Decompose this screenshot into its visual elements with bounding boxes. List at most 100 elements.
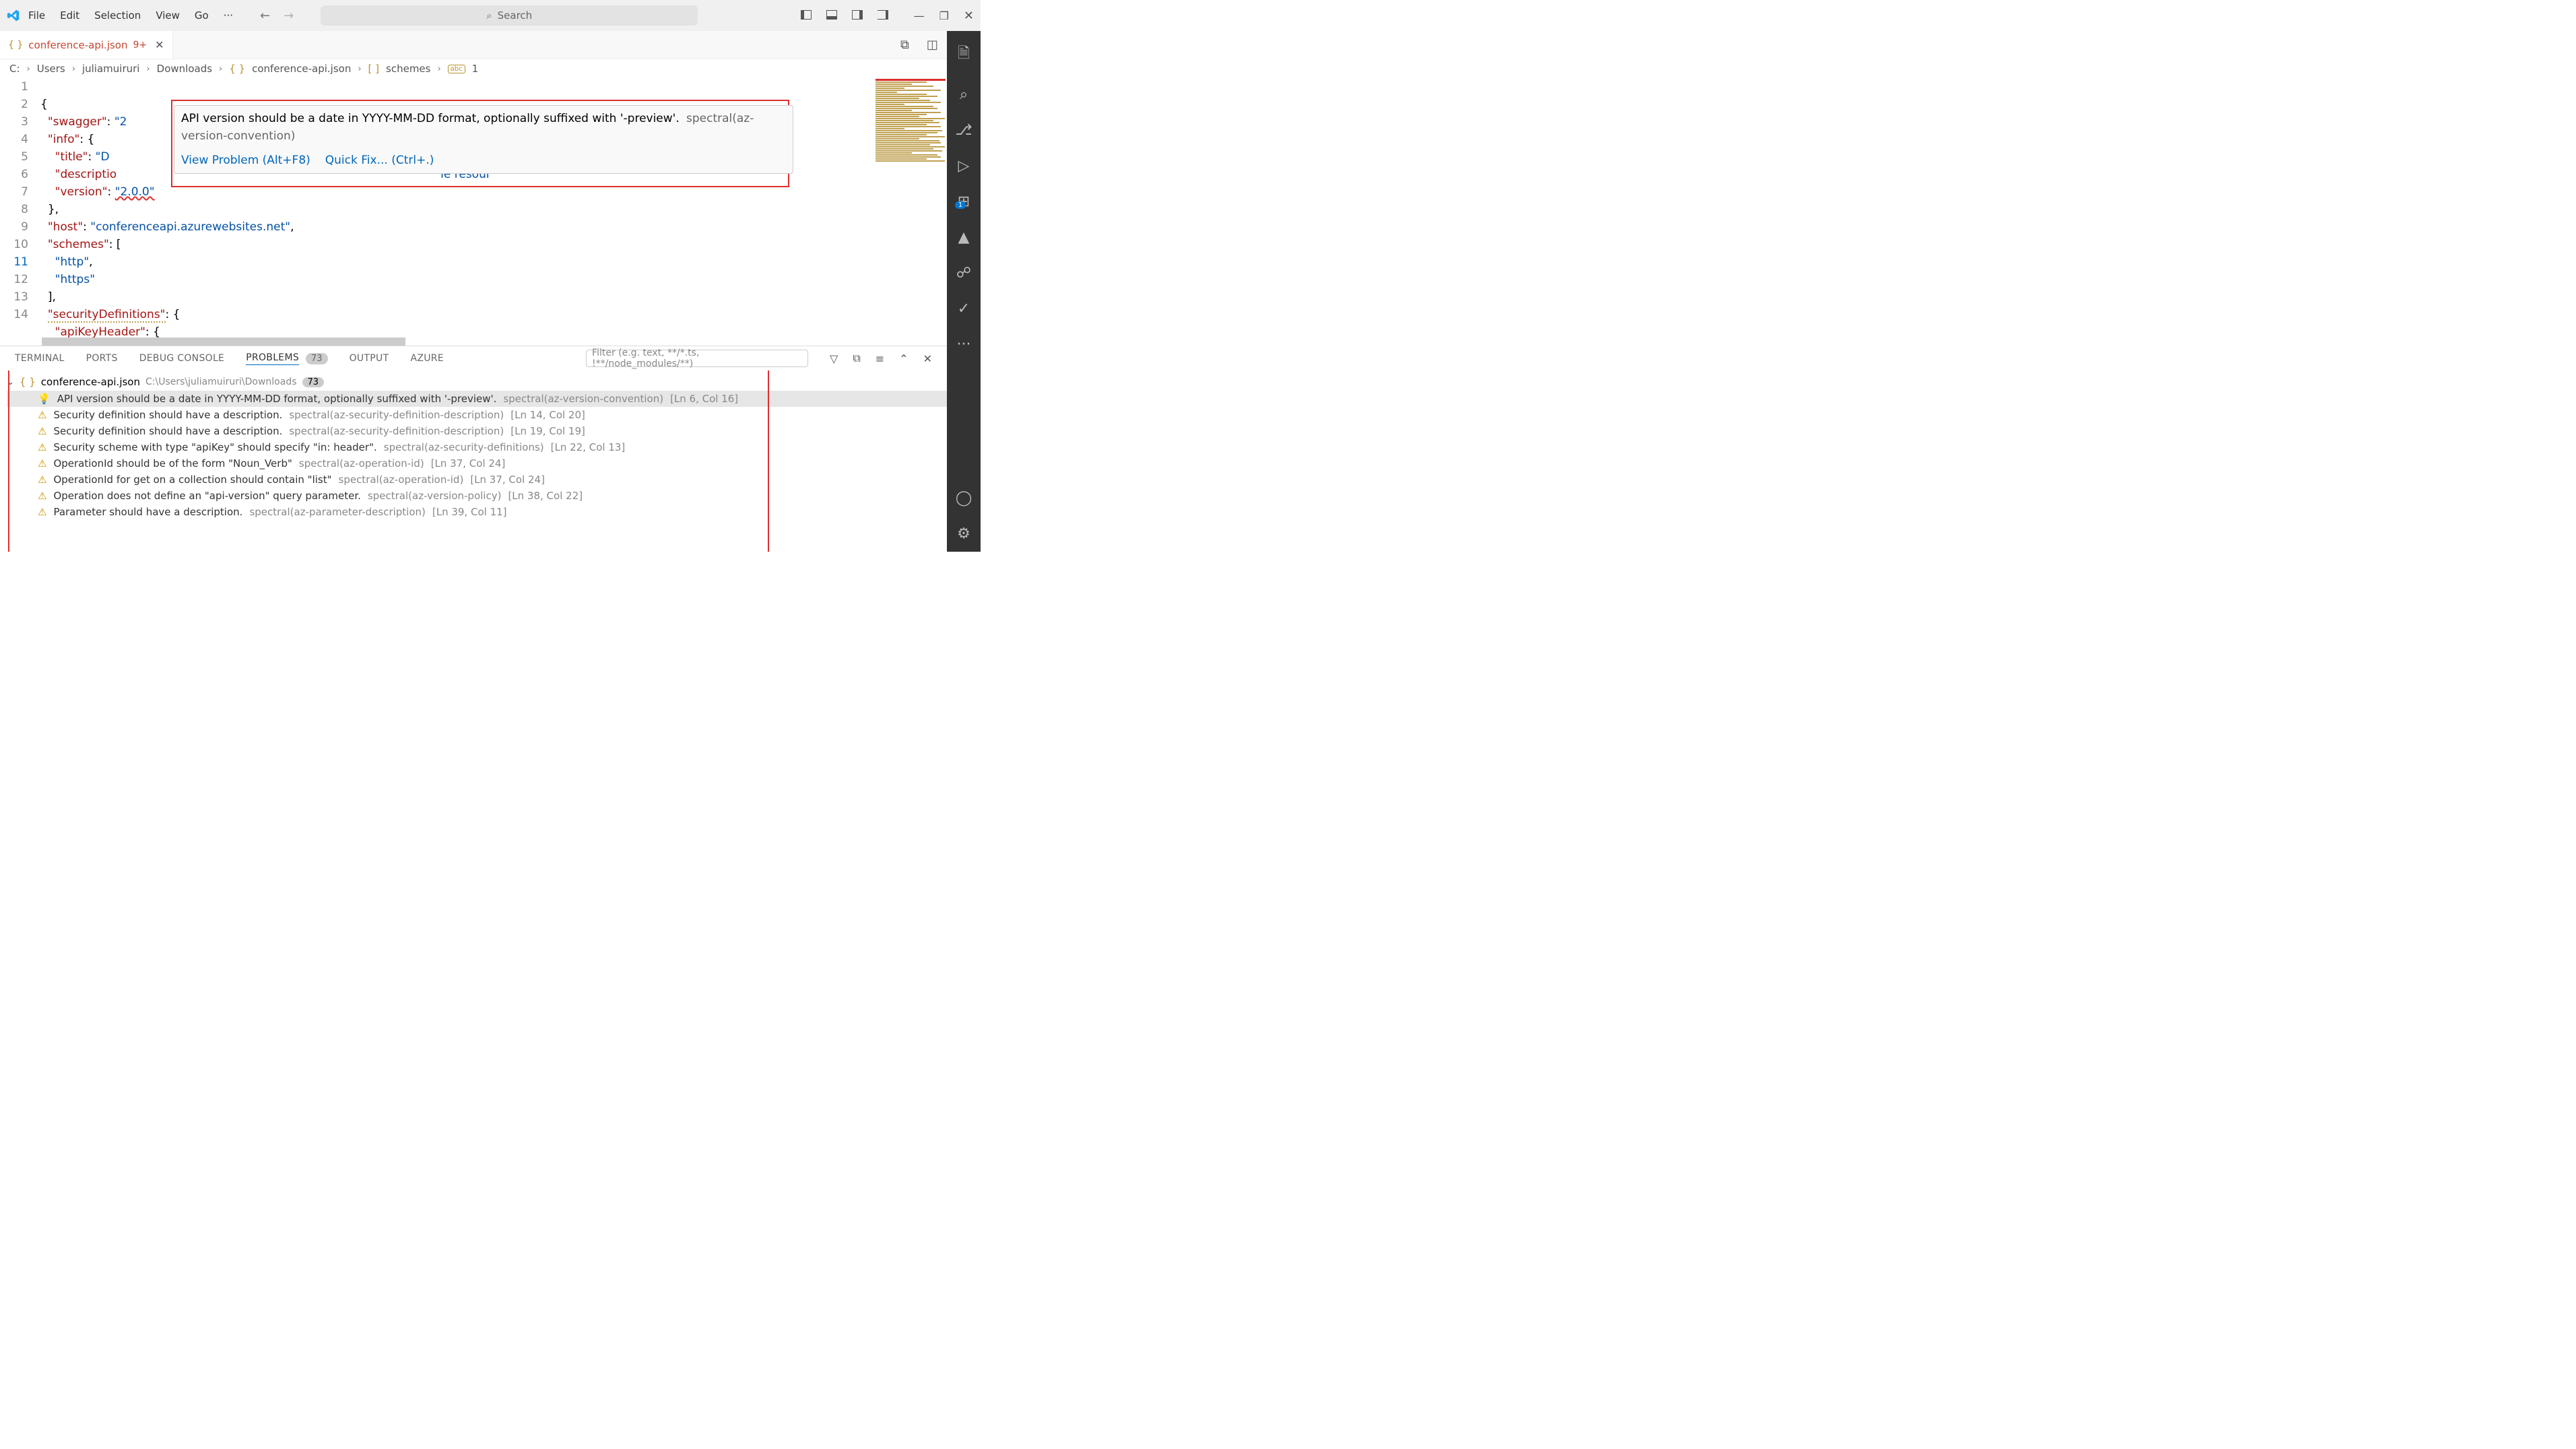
problem-item[interactable]: ⚠ OperationId for get on a collection sho…: [7, 472, 947, 488]
problem-message: API version should be a date in YYYY-MM-…: [57, 393, 497, 405]
search-icon: ⌕: [486, 9, 492, 22]
string-icon: abc: [448, 65, 465, 73]
layout-left-icon[interactable]: [801, 9, 812, 22]
menu-view[interactable]: View: [156, 9, 180, 22]
tab-ports[interactable]: PORTS: [86, 353, 118, 364]
problem-message: Operation does not define an "api-versio…: [53, 490, 360, 502]
menu-selection[interactable]: Selection: [94, 9, 141, 22]
problem-location: [Ln 37, Col 24]: [470, 474, 545, 486]
editor-tabs: { } conference-api.json 9+ ✕ ⧉ ◫ ···: [0, 31, 981, 59]
problem-item[interactable]: ⚠ Security scheme with type "apiKey" shou…: [7, 439, 947, 455]
json-file-icon: { }: [20, 376, 36, 388]
code-editor[interactable]: 123 456 789 101112 1314 { "swagger": "2 …: [0, 78, 947, 337]
view-problem-link[interactable]: View Problem (Alt+F8): [181, 152, 310, 169]
problem-rule: spectral(az-security-definition-descript…: [289, 425, 504, 437]
panel-chevron-up-icon[interactable]: ⌃: [899, 352, 908, 365]
tab-terminal[interactable]: TERMINAL: [15, 353, 65, 364]
run-debug-icon[interactable]: ▷: [958, 158, 970, 174]
problem-message: OperationId for get on a collection shou…: [53, 474, 331, 486]
problem-location: [Ln 22, Col 13]: [551, 441, 626, 453]
window-close-icon[interactable]: ✕: [964, 9, 974, 23]
problem-item[interactable]: 💡 API version should be a date in YYYY-MM…: [7, 391, 947, 407]
problem-rule: spectral(az-security-definition-descript…: [289, 409, 504, 421]
line-gutter: 123 456 789 101112 1314: [0, 78, 40, 337]
menu-go[interactable]: Go: [195, 9, 209, 22]
problem-item[interactable]: ⚠ Parameter should have a description. spe…: [7, 504, 947, 520]
quick-fix-link[interactable]: Quick Fix... (Ctrl+.): [325, 152, 434, 169]
problem-item[interactable]: ⚠Security definition should have a descr…: [7, 423, 947, 439]
menu-file[interactable]: File: [28, 9, 45, 22]
chevron-down-icon[interactable]: ⌄: [7, 377, 14, 387]
problem-item[interactable]: ⚠ Operation does not define an "api-versi…: [7, 488, 947, 504]
warning-icon: ⚠: [38, 490, 46, 502]
lightbulb-icon: 💡: [38, 393, 51, 405]
problem-rule: spectral(az-version-convention): [503, 393, 663, 405]
problem-message: Security scheme with type "apiKey" shoul…: [53, 441, 376, 453]
problem-location: [Ln 38, Col 22]: [508, 490, 583, 502]
title-bar: File Edit Selection View Go ··· ← → ⌕ Se…: [0, 0, 981, 31]
warning-icon: ⚠: [38, 506, 46, 518]
split-editor-icon[interactable]: ◫: [927, 38, 938, 52]
horizontal-scrollbar[interactable]: [42, 337, 405, 346]
extensions-icon[interactable]: ⊞1: [958, 193, 970, 210]
tab-problems[interactable]: PROBLEMS: [246, 352, 299, 365]
warning-icon: ⚠: [38, 441, 46, 453]
search-input[interactable]: ⌕ Search: [321, 5, 698, 26]
activity-bar: 🗎 ⌕ ⎇ ▷ ⊞1 ▲ ☍ ✓ ··· ◯ ⚙: [947, 31, 981, 552]
split-preview-icon[interactable]: ⧉: [900, 38, 909, 52]
problems-list[interactable]: ⌄ { } conference-api.json C:\Users\julia…: [0, 371, 947, 552]
tab-output[interactable]: OUTPUT: [350, 353, 389, 364]
menu-edit[interactable]: Edit: [60, 9, 79, 22]
remote-icon[interactable]: ☍: [956, 265, 971, 282]
problems-filter-input[interactable]: Filter (e.g. text, **/*.ts, !**/node_mod…: [586, 350, 808, 367]
problem-message: Parameter should have a description.: [53, 506, 242, 518]
problem-rule: spectral(az-parameter-description): [249, 506, 425, 518]
tab-azure[interactable]: AZURE: [410, 353, 444, 364]
filter-icon[interactable]: ▽: [830, 352, 838, 365]
tab-debug-console[interactable]: DEBUG CONSOLE: [139, 353, 225, 364]
problem-location: [Ln 37, Col 24]: [431, 457, 506, 470]
layout-bottom-icon[interactable]: [826, 9, 837, 22]
problems-file-header[interactable]: ⌄ { } conference-api.json C:\Users\julia…: [7, 373, 947, 391]
problem-rule: spectral(az-security-definitions): [384, 441, 544, 453]
vscode-logo-icon: [7, 9, 20, 22]
layout-right-icon[interactable]: [852, 9, 863, 22]
azure-icon[interactable]: ▲: [958, 229, 970, 246]
explorer-icon[interactable]: 🗎: [958, 42, 970, 67]
collapse-all-icon[interactable]: ⧉: [853, 352, 860, 365]
minimap[interactable]: [874, 78, 947, 334]
warning-icon: ⚠: [38, 425, 46, 437]
panel-close-icon[interactable]: ✕: [923, 352, 932, 365]
tab-conference-api[interactable]: { } conference-api.json 9+ ✕: [0, 31, 173, 59]
menu-more[interactable]: ···: [224, 9, 233, 22]
problem-rule: spectral(az-operation-id): [339, 474, 464, 486]
hover-tooltip: API version should be a date in YYYY-MM-…: [174, 105, 793, 174]
panel-tabs: TERMINAL PORTS DEBUG CONSOLE PROBLEMS 73…: [0, 346, 947, 371]
problem-item[interactable]: ⚠OperationId should be of the form "Noun…: [7, 455, 947, 472]
problem-item[interactable]: ⚠Security definition should have a descr…: [7, 407, 947, 423]
settings-gear-icon[interactable]: ⚙: [957, 525, 970, 542]
bottom-panel: TERMINAL PORTS DEBUG CONSOLE PROBLEMS 73…: [0, 346, 947, 552]
view-as-tree-icon[interactable]: ≡: [876, 352, 884, 365]
problem-location: [Ln 14, Col 20]: [510, 409, 585, 421]
problem-location: [Ln 6, Col 16]: [670, 393, 738, 405]
more-icon[interactable]: ···: [957, 336, 971, 353]
account-icon[interactable]: ◯: [956, 490, 972, 507]
window-minimize-icon[interactable]: —: [914, 9, 925, 22]
warning-icon: ⚠: [38, 474, 46, 486]
problem-location: [Ln 39, Col 11]: [432, 506, 507, 518]
problem-location: [Ln 19, Col 19]: [510, 425, 585, 437]
window-restore-icon[interactable]: ❐: [939, 9, 949, 22]
tab-close-icon[interactable]: ✕: [155, 38, 164, 51]
problem-rule: spectral(az-operation-id): [299, 457, 424, 470]
testing-icon[interactable]: ✓: [958, 300, 970, 317]
source-control-icon[interactable]: ⎇: [955, 122, 972, 139]
nav-forward-icon[interactable]: →: [284, 9, 294, 23]
layout-customize-icon[interactable]: [878, 9, 888, 22]
json-file-icon: { }: [229, 63, 245, 75]
json-file-icon: { }: [8, 40, 23, 51]
breadcrumb[interactable]: C:› Users› juliamuiruri› Downloads› { } …: [0, 59, 981, 78]
menu-bar: File Edit Selection View Go ···: [28, 9, 233, 22]
search-icon[interactable]: ⌕: [960, 86, 968, 103]
nav-back-icon[interactable]: ←: [260, 9, 270, 23]
